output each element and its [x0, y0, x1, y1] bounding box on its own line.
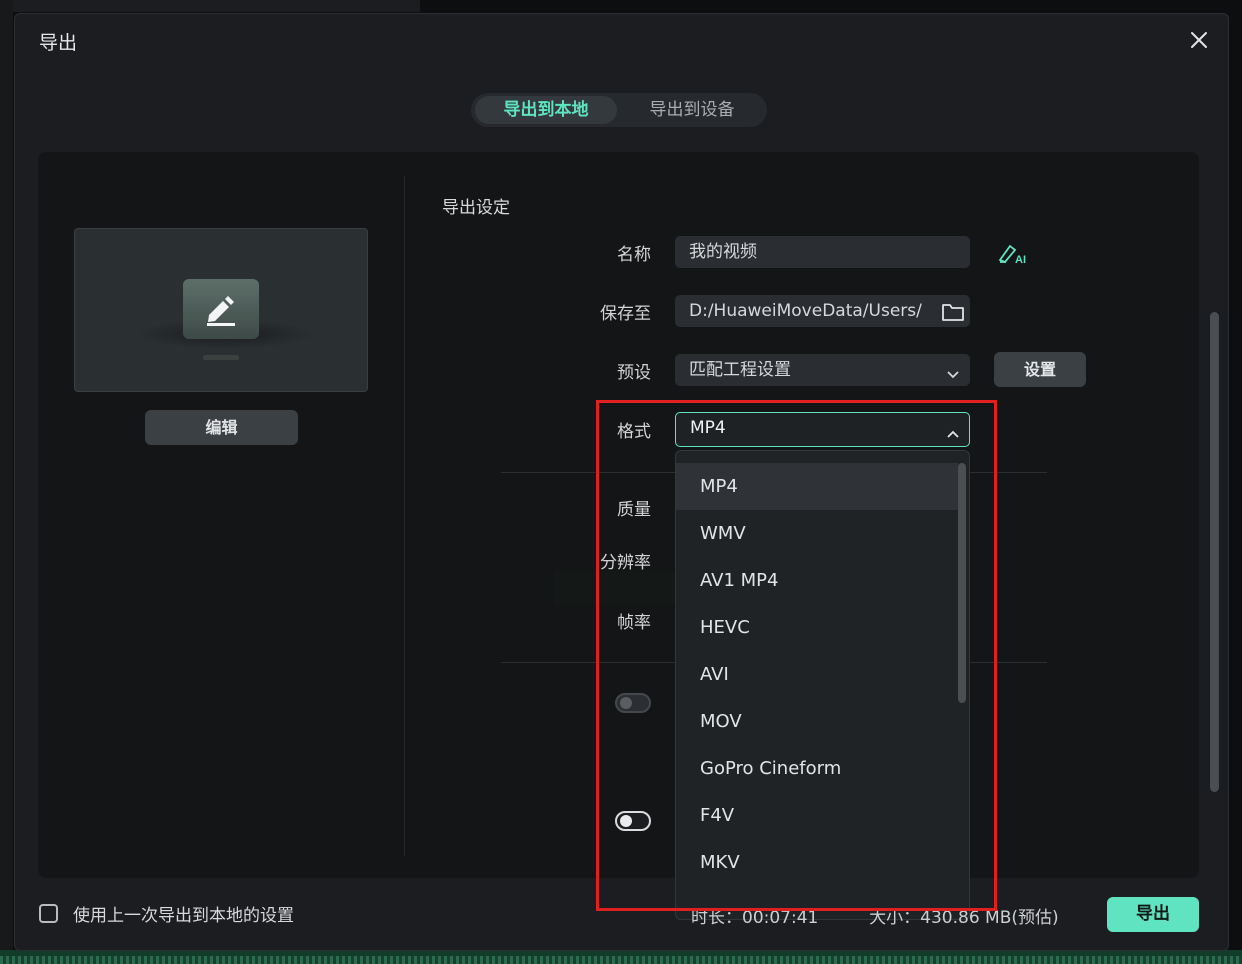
export-dialog: 导出 导出到本地 导出到设备 编辑 导出设定 名称 我的视频 AI 保存至 D:… [14, 13, 1229, 951]
panel-divider [404, 176, 405, 856]
format-option-gopro-cineform[interactable]: GoPro Cineform [676, 745, 958, 792]
pencil-icon [183, 279, 259, 339]
edit-button[interactable]: 编辑 [145, 410, 298, 445]
preset-settings-button[interactable]: 设置 [994, 352, 1086, 387]
format-option-f4v[interactable]: F4V [676, 792, 958, 839]
svg-text:AI: AI [1015, 254, 1026, 264]
format-option-mp4[interactable]: MP4 [676, 463, 958, 510]
tab-export-local[interactable]: 导出到本地 [475, 96, 617, 124]
format-dropdown-list: MP4 WMV AV1 MP4 HEVC AVI MOV GoPro Cinef… [675, 450, 970, 920]
thumbnail-reflection [203, 355, 239, 360]
quality-label: 质量 [617, 500, 651, 520]
close-icon[interactable] [1185, 26, 1213, 54]
toggle-switch-on[interactable] [615, 811, 651, 831]
use-last-settings-label: 使用上一次导出到本地的设置 [73, 906, 294, 926]
background-waveform [0, 956, 1242, 964]
format-option-avi[interactable]: AVI [676, 651, 958, 698]
panel-scrollbar[interactable] [1210, 312, 1219, 792]
resolution-label: 分辨率 [600, 553, 651, 573]
preset-select[interactable]: 匹配工程设置 [675, 354, 970, 386]
preset-label: 预设 [617, 363, 651, 383]
ai-pen-icon[interactable]: AI [998, 242, 1030, 266]
format-option-hevc[interactable]: HEVC [676, 604, 958, 651]
preview-thumbnail [74, 228, 368, 392]
name-input[interactable]: 我的视频 [675, 236, 970, 268]
framerate-label: 帧率 [617, 613, 651, 633]
dialog-title: 导出 [39, 32, 78, 54]
background-left-panel [0, 0, 13, 964]
chevron-up-icon[interactable] [946, 424, 960, 438]
use-last-settings-checkbox[interactable] [39, 904, 58, 923]
duration-value: 00:07:41 [742, 908, 819, 928]
duration-label: 时长： [691, 908, 742, 928]
export-settings-title: 导出设定 [442, 198, 510, 218]
format-select[interactable]: MP4 [675, 412, 970, 447]
resolution-placeholder [554, 571, 689, 605]
chevron-down-icon[interactable] [946, 365, 960, 379]
export-panel: 编辑 导出设定 名称 我的视频 AI 保存至 D:/HuaweiMoveData… [38, 152, 1219, 878]
toggle-knob [620, 815, 632, 827]
format-label: 格式 [617, 422, 651, 442]
format-option-wmv[interactable]: WMV [676, 510, 958, 557]
save-to-label: 保存至 [600, 304, 651, 324]
dropdown-scrollbar[interactable] [958, 463, 966, 703]
format-option-av1-mp4[interactable]: AV1 MP4 [676, 557, 958, 604]
name-label: 名称 [617, 245, 651, 265]
save-path-input[interactable]: D:/HuaweiMoveData/Users/ [675, 295, 970, 327]
export-estimate: 时长：00:07:41 大小：430.86 MB(预估) [691, 903, 1059, 928]
format-option-mov[interactable]: MOV [676, 698, 958, 745]
background-menubar [0, 0, 420, 12]
folder-icon[interactable] [941, 301, 965, 323]
toggle-knob [620, 697, 632, 709]
toggle-switch-off[interactable] [615, 693, 651, 713]
size-value: 430.86 MB(预估) [920, 908, 1059, 928]
export-tabs: 导出到本地 导出到设备 [471, 93, 767, 127]
format-option-mkv[interactable]: MKV [676, 839, 958, 886]
export-button[interactable]: 导出 [1107, 897, 1199, 932]
tab-export-device[interactable]: 导出到设备 [621, 96, 763, 124]
size-label: 大小： [869, 908, 921, 928]
